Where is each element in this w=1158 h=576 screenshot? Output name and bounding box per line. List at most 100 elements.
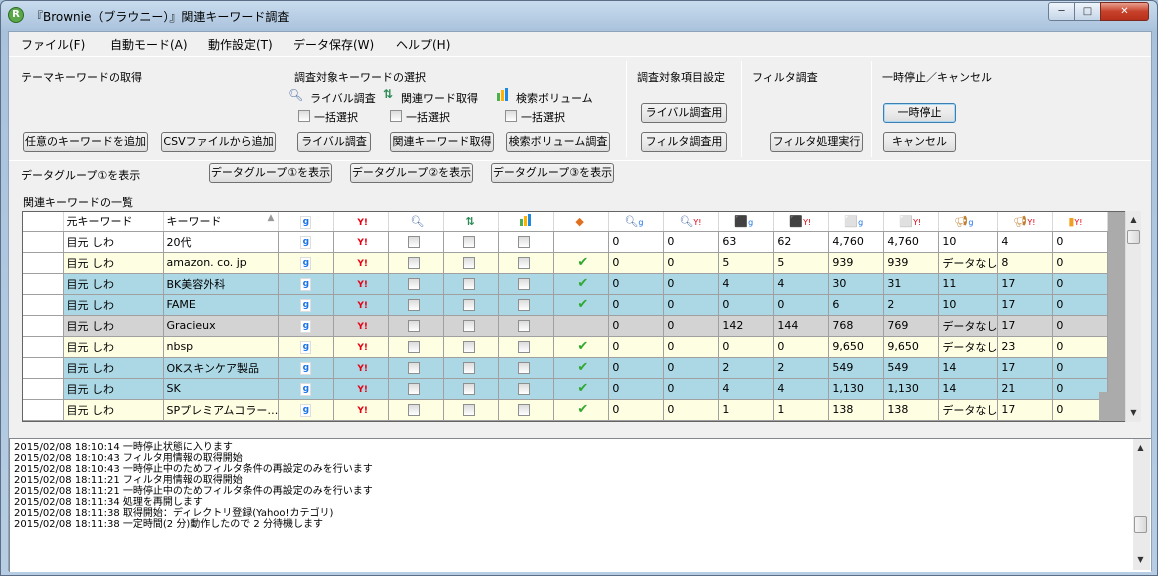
select-cell[interactable] xyxy=(443,294,500,316)
value-cell[interactable]: 10 xyxy=(938,294,999,316)
scroll-down-arrow-icon[interactable]: ▼ xyxy=(1133,552,1148,567)
value-cell[interactable]: 17 xyxy=(997,399,1054,421)
row-checkbox[interactable] xyxy=(408,236,421,248)
source-keyword-cell[interactable]: 目元 しわ xyxy=(63,273,164,295)
keyword-cell[interactable]: amazon. co. jp xyxy=(163,252,280,274)
value-cell[interactable]: 2 xyxy=(718,357,775,379)
row-checkbox[interactable] xyxy=(463,362,476,374)
menu-file[interactable]: ファイル(F) xyxy=(21,36,85,53)
col-header[interactable]: 📢︎g xyxy=(938,212,999,232)
select-cell[interactable] xyxy=(443,336,500,358)
value-cell[interactable]: 4,760 xyxy=(883,231,940,253)
row-checkbox[interactable] xyxy=(518,299,531,311)
cancel-button[interactable]: キャンセル xyxy=(883,132,956,152)
row-checkbox[interactable] xyxy=(518,341,531,353)
table-row[interactable]: 目元 しわ 20代 g Y! 0 0 63 62 4,760 4,760 10 4 0 xyxy=(23,231,1109,253)
add-from-csv-button[interactable]: CSVファイルから追加 xyxy=(161,132,276,152)
value-cell[interactable]: 0 xyxy=(608,252,665,274)
row-checkbox[interactable] xyxy=(408,362,421,374)
value-cell[interactable]: 14 xyxy=(938,378,999,400)
value-cell[interactable]: 549 xyxy=(883,357,940,379)
scroll-down-arrow-icon[interactable]: ▼ xyxy=(1126,405,1141,420)
keyword-cell[interactable]: SPプレミアムコラー… xyxy=(163,399,280,421)
google-cell[interactable]: g xyxy=(278,399,335,421)
row-header[interactable] xyxy=(23,273,64,295)
row-checkbox[interactable] xyxy=(518,362,531,374)
value-cell[interactable]: 0 xyxy=(663,378,720,400)
col-header[interactable]: ⬜g xyxy=(828,212,885,232)
row-checkbox[interactable] xyxy=(463,320,476,332)
value-cell[interactable]: 0 xyxy=(1052,336,1109,358)
value-cell[interactable]: 0 xyxy=(663,231,720,253)
row-checkbox[interactable] xyxy=(463,278,476,290)
select-cell[interactable] xyxy=(388,357,445,379)
row-checkbox[interactable] xyxy=(518,404,531,416)
select-cell[interactable] xyxy=(443,378,500,400)
row-checkbox[interactable] xyxy=(518,236,531,248)
value-cell[interactable]: 0 xyxy=(663,294,720,316)
row-header[interactable] xyxy=(23,357,64,379)
value-cell[interactable]: データなし xyxy=(938,336,999,358)
value-cell[interactable]: 17 xyxy=(997,273,1054,295)
value-cell[interactable]: 0 xyxy=(608,357,665,379)
group1-button[interactable]: データグループ①を表示 xyxy=(209,163,332,183)
select-cell[interactable] xyxy=(443,231,500,253)
value-cell[interactable]: 14 xyxy=(938,357,999,379)
yahoo-cell[interactable]: Y! xyxy=(333,294,390,316)
select-cell[interactable] xyxy=(388,294,445,316)
col-header[interactable]: 🔍︎g xyxy=(608,212,665,232)
select-cell[interactable] xyxy=(498,336,555,358)
value-cell[interactable]: 142 xyxy=(718,315,775,337)
value-cell[interactable]: 0 xyxy=(1052,357,1109,379)
keyword-cell[interactable]: nbsp xyxy=(163,336,280,358)
filter-settings-button[interactable]: フィルタ調査用 xyxy=(641,132,727,152)
row-checkbox[interactable] xyxy=(463,404,476,416)
menu-action-settings[interactable]: 動作設定(T) xyxy=(208,36,273,53)
table-row[interactable]: 目元 しわ FAME g Y! ✔ 0 0 0 0 6 2 10 17 0 xyxy=(23,294,1109,316)
row-checkbox[interactable] xyxy=(408,278,421,290)
col-header-source-keyword[interactable]: 元キーワード xyxy=(63,212,164,232)
select-cell[interactable] xyxy=(443,399,500,421)
google-cell[interactable]: g xyxy=(278,315,335,337)
google-cell[interactable]: g xyxy=(278,378,335,400)
value-cell[interactable]: 8 xyxy=(997,252,1054,274)
value-cell[interactable]: 0 xyxy=(663,273,720,295)
col-header[interactable]: ⬜Y! xyxy=(883,212,940,232)
value-cell[interactable]: 144 xyxy=(773,315,830,337)
filter-run-button[interactable]: フィルタ処理実行 xyxy=(770,132,863,152)
select-cell[interactable] xyxy=(388,315,445,337)
source-keyword-cell[interactable]: 目元 しわ xyxy=(63,336,164,358)
keyword-cell[interactable]: SK xyxy=(163,378,280,400)
value-cell[interactable]: 769 xyxy=(883,315,940,337)
google-cell[interactable]: g xyxy=(278,273,335,295)
value-cell[interactable]: 1 xyxy=(718,399,775,421)
select-cell[interactable] xyxy=(388,252,445,274)
select-cell[interactable] xyxy=(388,231,445,253)
table-row[interactable]: 目元 しわ amazon. co. jp g Y! ✔ 0 0 5 5 939 939 データなし 8 0 xyxy=(23,252,1109,274)
source-keyword-cell[interactable]: 目元 しわ xyxy=(63,315,164,337)
value-cell[interactable]: 4 xyxy=(718,378,775,400)
yahoo-cell[interactable]: Y! xyxy=(333,252,390,274)
pause-button[interactable]: 一時停止 xyxy=(883,103,956,123)
yahoo-cell[interactable]: Y! xyxy=(333,378,390,400)
value-cell[interactable]: 0 xyxy=(663,399,720,421)
col-header[interactable] xyxy=(498,212,555,232)
select-cell[interactable] xyxy=(498,315,555,337)
select-cell[interactable] xyxy=(443,357,500,379)
row-checkbox[interactable] xyxy=(408,257,421,269)
value-cell[interactable]: 138 xyxy=(883,399,940,421)
google-cell[interactable]: g xyxy=(278,231,335,253)
source-keyword-cell[interactable]: 目元 しわ xyxy=(63,378,164,400)
maximize-button[interactable]: □ xyxy=(1074,2,1101,21)
google-cell[interactable]: g xyxy=(278,357,335,379)
yahoo-cell[interactable]: Y! xyxy=(333,273,390,295)
value-cell[interactable]: 6 xyxy=(828,294,885,316)
select-cell[interactable] xyxy=(443,273,500,295)
row-header[interactable] xyxy=(23,399,64,421)
rival-research-button[interactable]: ライバル調査 xyxy=(297,132,371,152)
scroll-up-arrow-icon[interactable]: ▲ xyxy=(1133,440,1148,455)
keyword-cell[interactable]: Gracieux xyxy=(163,315,280,337)
value-cell[interactable]: 10 xyxy=(938,231,999,253)
value-cell[interactable]: 0 xyxy=(718,294,775,316)
row-checkbox[interactable] xyxy=(518,383,531,395)
